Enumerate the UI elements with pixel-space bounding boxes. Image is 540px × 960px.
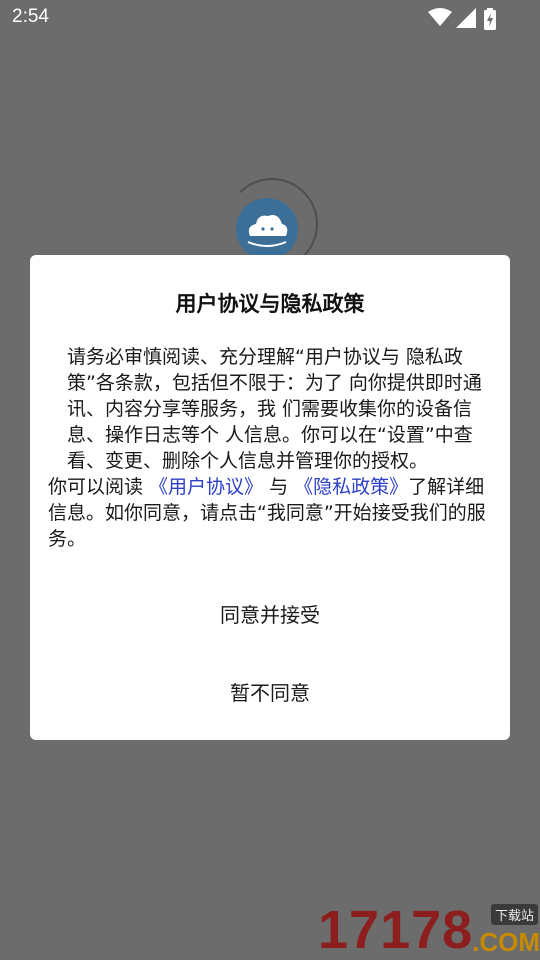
user-agreement-link[interactable]: 《用户协议》: [149, 476, 263, 498]
status-time: 2:54: [12, 6, 49, 27]
p2-prefix: 你可以阅读: [48, 476, 150, 498]
battery-charging-icon: [484, 8, 496, 30]
p2-and: 与: [263, 476, 295, 498]
privacy-policy-link[interactable]: 《隐私政策》: [294, 476, 408, 498]
dialog-paragraph-1: 请务必审慎阅读、充分理解“用户协议与 隐私政策”各条款，包括但不限于：为了 向你…: [67, 346, 482, 472]
status-bar: 2:54: [0, 0, 540, 36]
cell-signal-icon: [456, 8, 476, 28]
privacy-dialog: 用户协议与隐私政策 请务必审慎阅读、充分理解“用户协议与 隐私政策”各条款，包括…: [30, 255, 510, 740]
cloud-logo-icon: [236, 198, 298, 260]
dialog-body: 请务必审慎阅读、充分理解“用户协议与 隐私政策”各条款，包括但不限于：为了 向你…: [48, 344, 488, 552]
agree-button[interactable]: 同意并接受: [30, 599, 510, 628]
site-watermark: 17178 下载站 .COM: [318, 900, 540, 960]
watermark-digits: 17178: [318, 900, 474, 960]
watermark-domain: .COM: [472, 927, 540, 957]
dialog-paragraph-2: 你可以阅读 《用户协议》 与 《隐私政策》了解详细信息。如你同意，请点击“我同意…: [48, 474, 488, 552]
dialog-title: 用户协议与隐私政策: [175, 292, 365, 316]
disagree-button[interactable]: 暂不同意: [30, 677, 510, 706]
watermark-tag: 下载站: [490, 904, 538, 925]
wifi-icon: [428, 8, 452, 26]
